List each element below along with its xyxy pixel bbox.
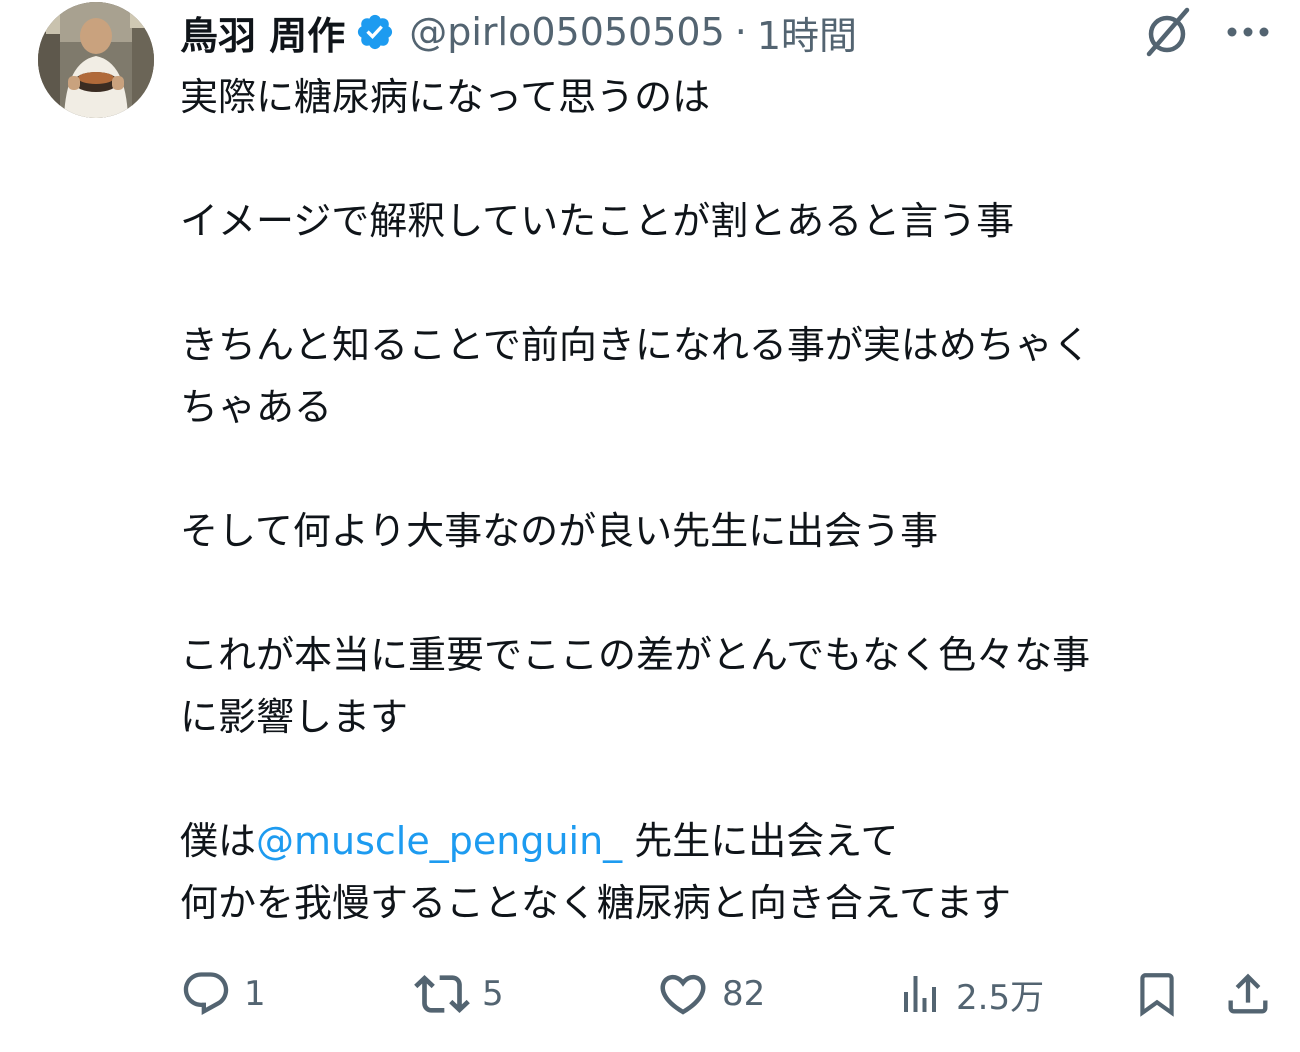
retweet-icon bbox=[414, 975, 470, 1013]
views-icon bbox=[904, 976, 936, 1012]
bookmark-icon bbox=[1140, 973, 1174, 1017]
reply-icon bbox=[183, 972, 229, 1016]
share-icon bbox=[1228, 973, 1268, 1014]
like-button[interactable]: 82 bbox=[656, 962, 765, 1026]
reply-count: 1 bbox=[244, 974, 266, 1014]
tweet-paragraph: これが本当に重要でここの差がとんでもなく色々な事 に影響します bbox=[180, 624, 1270, 748]
tweet-line: 何かを我慢することなく糖尿病と向き合えてます bbox=[180, 881, 1012, 925]
tweet-line: ちゃある bbox=[180, 385, 333, 429]
verified-badge-icon[interactable] bbox=[355, 12, 395, 52]
tweet-timestamp[interactable]: 1時間 bbox=[757, 5, 857, 60]
tweet-text: 実際に糖尿病になって思うのは イメージで解釈していたことが割とあると言う事 きち… bbox=[180, 66, 1270, 934]
tweet-line: イメージで解釈していたことが割とあると言う事 bbox=[180, 199, 1015, 243]
grok-icon bbox=[1146, 7, 1190, 57]
more-dots-icon bbox=[1227, 27, 1269, 37]
tweet[interactable]: 鳥羽 周作 @pirlo05050505 · 1時間 実際に糖尿病になって思うの… bbox=[0, 0, 1300, 1052]
like-count: 82 bbox=[722, 974, 766, 1014]
more-options-button[interactable] bbox=[1218, 4, 1278, 60]
tweet-paragraph: イメージで解釈していたことが割とあると言う事 bbox=[180, 190, 1270, 252]
grok-button[interactable] bbox=[1136, 4, 1198, 60]
reply-button[interactable]: 1 bbox=[180, 962, 266, 1026]
author-handle[interactable]: @pirlo05050505 bbox=[409, 10, 725, 54]
tweet-line: そして何より大事なのが良い先生に出会う事 bbox=[180, 509, 939, 553]
tweet-text-suffix: 先生に出会えて bbox=[622, 819, 899, 863]
avatar-image bbox=[38, 2, 154, 118]
tweet-paragraph: きちんと知ることで前向きになれる事が実はめちゃく ちゃある bbox=[180, 314, 1270, 438]
tweet-actions-bar: 1 5 82 2.5万 bbox=[0, 962, 1300, 1026]
tweet-header: 鳥羽 周作 @pirlo05050505 · 1時間 bbox=[180, 4, 857, 60]
author-display-name[interactable]: 鳥羽 周作 bbox=[180, 5, 345, 60]
heart-icon bbox=[660, 974, 706, 1015]
share-button[interactable] bbox=[1222, 962, 1274, 1026]
avatar[interactable] bbox=[38, 2, 154, 118]
mention-link[interactable]: @muscle_penguin_ bbox=[256, 819, 622, 863]
views-button[interactable]: 2.5万 bbox=[896, 962, 1044, 1026]
retweet-button[interactable]: 5 bbox=[414, 962, 504, 1026]
tweet-paragraph: 実際に糖尿病になって思うのは bbox=[180, 66, 1270, 128]
tweet-paragraph: そして何より大事なのが良い先生に出会う事 bbox=[180, 500, 1270, 562]
tweet-line: きちんと知ることで前向きになれる事が実はめちゃく bbox=[180, 323, 1091, 367]
bookmark-button[interactable] bbox=[1132, 962, 1182, 1026]
tweet-line: これが本当に重要でここの差がとんでもなく色々な事 bbox=[180, 633, 1091, 677]
tweet-line: 実際に糖尿病になって思うのは bbox=[180, 75, 711, 119]
header-separator: · bbox=[734, 10, 747, 54]
retweet-count: 5 bbox=[482, 974, 504, 1014]
tweet-text-prefix: 僕は bbox=[180, 819, 257, 863]
tweet-line: に影響します bbox=[180, 695, 409, 739]
tweet-paragraph: 僕は@muscle_penguin_ 先生に出会えて何かを我慢することなく糖尿病… bbox=[180, 810, 1270, 934]
views-count: 2.5万 bbox=[956, 977, 1045, 1018]
